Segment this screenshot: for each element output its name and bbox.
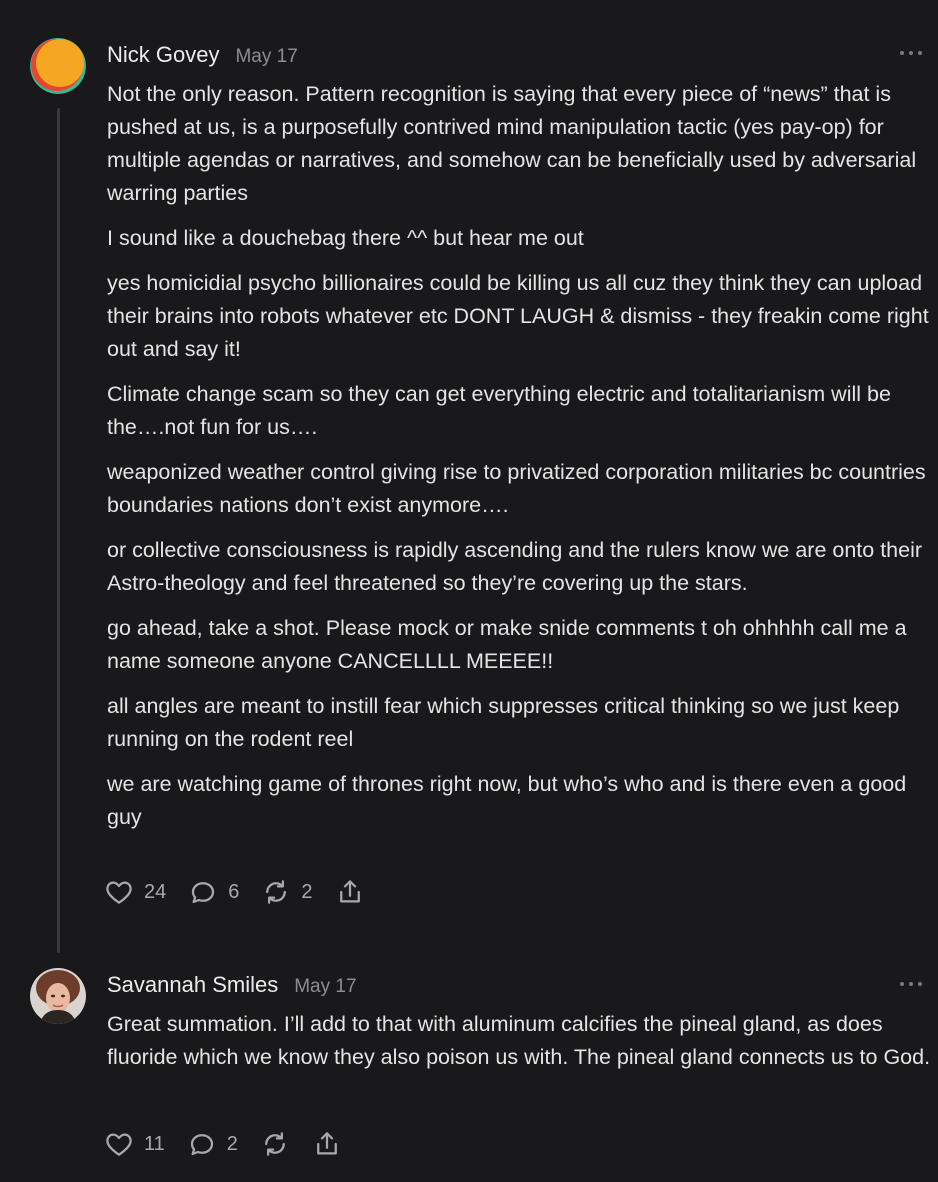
comment-paragraph: go ahead, take a shot. Please mock or ma… bbox=[107, 616, 907, 673]
share-button[interactable] bbox=[335, 877, 365, 907]
comment-paragraph: all angles are meant to instill fear whi… bbox=[107, 694, 900, 751]
like-button[interactable]: 11 bbox=[104, 1129, 165, 1159]
comment-savannah-smiles: Savannah Smiles May 17 Great summation. … bbox=[0, 960, 938, 1182]
like-count: 11 bbox=[144, 1132, 165, 1155]
comment-paragraph: or collective consciousness is rapidly a… bbox=[107, 538, 923, 595]
author-name[interactable]: Savannah Smiles bbox=[107, 972, 278, 998]
avatar-image bbox=[30, 38, 86, 94]
restack-button[interactable]: 2 bbox=[261, 877, 313, 907]
author-name[interactable]: Nick Govey bbox=[107, 42, 219, 68]
share-icon bbox=[317, 1132, 337, 1155]
heart-icon bbox=[106, 881, 132, 904]
comment-body: Not the only reason. Pattern recognition… bbox=[107, 78, 933, 846]
comment-header: Nick Govey May 17 bbox=[107, 42, 298, 68]
like-count: 24 bbox=[144, 880, 167, 903]
comment-paragraph: weaponized weather control giving rise t… bbox=[107, 460, 926, 517]
restack-count: 2 bbox=[301, 880, 313, 903]
comment-paragraph: Climate change scam so they can get ever… bbox=[107, 382, 891, 439]
share-button[interactable] bbox=[312, 1129, 342, 1159]
reply-button[interactable]: 2 bbox=[187, 1129, 238, 1159]
like-button[interactable]: 24 bbox=[104, 877, 166, 907]
comment-body: Great summation. I’ll add to that with a… bbox=[107, 1008, 933, 1086]
comment-paragraph: Great summation. I’ll add to that with a… bbox=[107, 1012, 931, 1069]
heart-icon bbox=[106, 1133, 132, 1156]
comment-paragraph: I sound like a douchebag there ^^ but he… bbox=[107, 226, 584, 250]
reply-button[interactable]: 6 bbox=[188, 877, 239, 907]
comment-paragraph: yes homicidial psycho billionaires could… bbox=[107, 271, 929, 361]
restack-arrows-icon bbox=[265, 1132, 285, 1156]
thread-line bbox=[57, 108, 60, 953]
avatar-image bbox=[30, 968, 86, 1024]
restack-button[interactable] bbox=[260, 1129, 290, 1159]
comment-header: Savannah Smiles May 17 bbox=[107, 972, 357, 998]
speech-bubble-icon bbox=[192, 882, 215, 904]
comment-date[interactable]: May 17 bbox=[294, 976, 356, 998]
reply-count: 6 bbox=[228, 880, 240, 903]
comment-paragraph: Not the only reason. Pattern recognition… bbox=[107, 82, 917, 205]
more-dots-icon[interactable] bbox=[900, 980, 922, 988]
avatar[interactable] bbox=[30, 968, 86, 1024]
share-icon bbox=[339, 880, 360, 903]
comment-date[interactable]: May 17 bbox=[235, 46, 297, 68]
avatar[interactable] bbox=[30, 38, 86, 94]
more-dots-icon[interactable] bbox=[900, 49, 922, 57]
restack-arrows-icon bbox=[266, 880, 287, 904]
comment-nick-govey: Nick Govey May 17 Not the only reason. P… bbox=[0, 0, 938, 960]
comment-actions: 11 2 bbox=[104, 1129, 364, 1159]
speech-bubble-icon bbox=[190, 1134, 213, 1156]
reply-count: 2 bbox=[226, 1132, 238, 1155]
comment-paragraph: we are watching game of thrones right no… bbox=[107, 772, 907, 829]
comment-actions: 24 6 2 bbox=[104, 877, 387, 907]
